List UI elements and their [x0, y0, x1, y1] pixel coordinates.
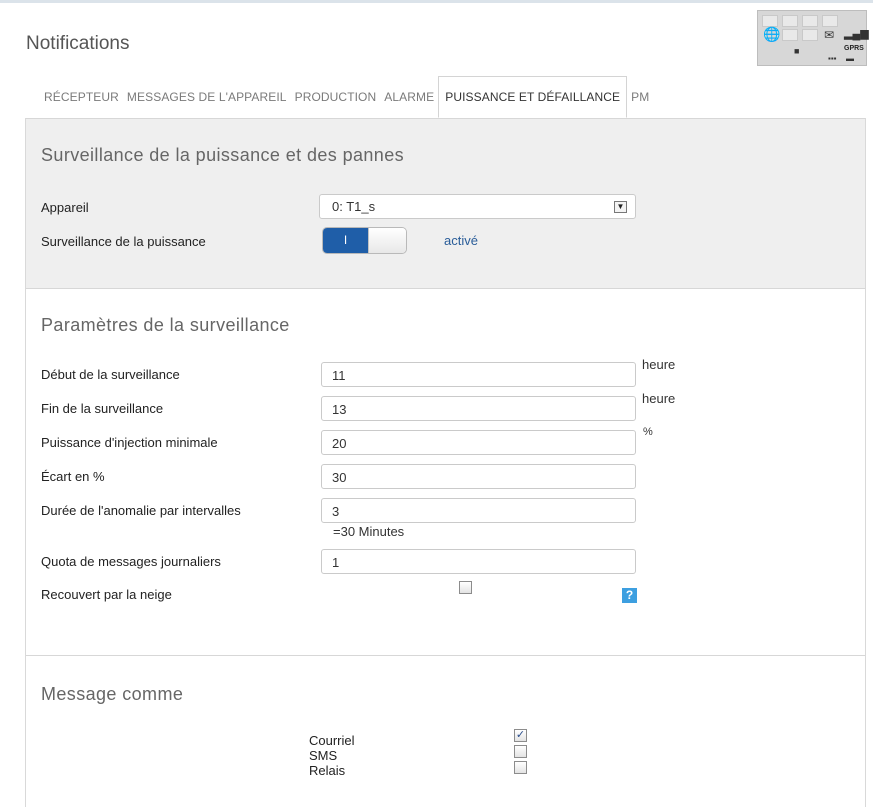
grid-tile-icon — [782, 15, 798, 27]
option-label: SMS — [309, 748, 338, 763]
field-label: Durée de l'anomalie par intervalles — [41, 503, 241, 518]
device-select-value: 0: T1_s — [332, 199, 376, 214]
toggle-on-indicator: I — [323, 228, 368, 253]
toggle-state-text: activé — [444, 233, 478, 248]
tab-alarme[interactable]: ALARME — [380, 76, 438, 118]
grid-tile-icon — [802, 29, 818, 41]
power-monitoring-label: Surveillance de la puissance — [41, 234, 206, 249]
device-display-thumbnail: 🌐 ✉ ▂▄▆ ■ GPRS ▪▪▪ ▬ — [757, 10, 869, 66]
battery-icon: ▬ — [846, 54, 854, 63]
field-label: Fin de la surveillance — [41, 401, 164, 416]
email-checkbox[interactable]: ✓ — [514, 729, 527, 742]
snow-cover-label: Recouvert par la neige — [41, 587, 172, 602]
message-as-section: Message comme Courriel ✓ SMS Relais — [26, 655, 865, 807]
device-label: Appareil — [41, 200, 89, 215]
option-label: Courriel — [309, 733, 355, 748]
option-label: Relais — [309, 763, 346, 778]
network-label: GPRS — [844, 45, 864, 52]
power-monitoring-toggle[interactable]: I — [322, 227, 407, 254]
unit-label: % — [643, 426, 653, 438]
tab-recepteur[interactable]: RÉCEPTEUR — [40, 76, 123, 118]
grid-tile-icon — [822, 15, 838, 27]
grid-tile-icon — [802, 15, 818, 27]
tab-messages-appareil[interactable]: MESSAGES DE L'APPAREIL — [123, 76, 291, 118]
unit-label: heure — [642, 357, 676, 372]
device-select[interactable]: 0: T1_s ▼ — [319, 194, 636, 219]
monitoring-parameters-section: Paramètres de la surveillance Début de l… — [26, 288, 865, 655]
sms-checkbox[interactable] — [514, 745, 527, 758]
snow-cover-checkbox[interactable] — [459, 581, 472, 594]
field-label: Puissance d'injection minimale — [41, 435, 218, 450]
min-injection-power-input[interactable]: 20 — [321, 430, 636, 455]
help-icon[interactable]: ? — [622, 588, 637, 603]
battery-bars-icon: ▪▪▪ — [828, 54, 837, 63]
daily-message-quota-input[interactable]: 1 — [321, 549, 636, 574]
settings-panel: Surveillance de la puissance et des pann… — [25, 118, 866, 807]
power-monitoring-section: Surveillance de la puissance et des pann… — [26, 118, 865, 288]
deviation-percent-input[interactable]: 30 — [321, 464, 636, 489]
grid-tile-icon — [782, 29, 798, 41]
start-monitoring-input[interactable]: 11 — [321, 362, 636, 387]
section-title: Surveillance de la puissance et des pann… — [41, 145, 405, 165]
anomaly-duration-input[interactable]: 3 — [321, 498, 636, 523]
tab-puissance-defaillance[interactable]: PUISSANCE ET DÉFAILLANCE — [438, 76, 628, 118]
toggle-knob — [368, 228, 406, 253]
mail-icon: ✉ — [824, 28, 835, 42]
chevron-down-icon[interactable]: ▼ — [614, 201, 627, 213]
end-monitoring-input[interactable]: 13 — [321, 396, 636, 421]
signal-strength-icon: ▂▄▆ — [844, 28, 869, 40]
bullet-icon: ■ — [794, 46, 800, 56]
page-title: Notifications — [26, 33, 130, 54]
top-divider — [0, 0, 873, 3]
field-label: Quota de messages journaliers — [41, 554, 221, 569]
field-label: Écart en % — [41, 469, 105, 484]
tab-bar: RÉCEPTEUR MESSAGES DE L'APPAREIL PRODUCT… — [40, 76, 653, 118]
tab-pm[interactable]: PM — [627, 76, 653, 118]
section-title: Message comme — [41, 684, 184, 704]
field-label: Début de la surveillance — [41, 367, 180, 382]
globe-icon: 🌐 — [763, 26, 781, 42]
duration-hint: =30 Minutes — [333, 524, 405, 539]
relay-checkbox[interactable] — [514, 761, 527, 774]
section-title: Paramètres de la surveillance — [41, 315, 290, 335]
unit-label: heure — [642, 391, 676, 406]
tab-production[interactable]: PRODUCTION — [291, 76, 381, 118]
